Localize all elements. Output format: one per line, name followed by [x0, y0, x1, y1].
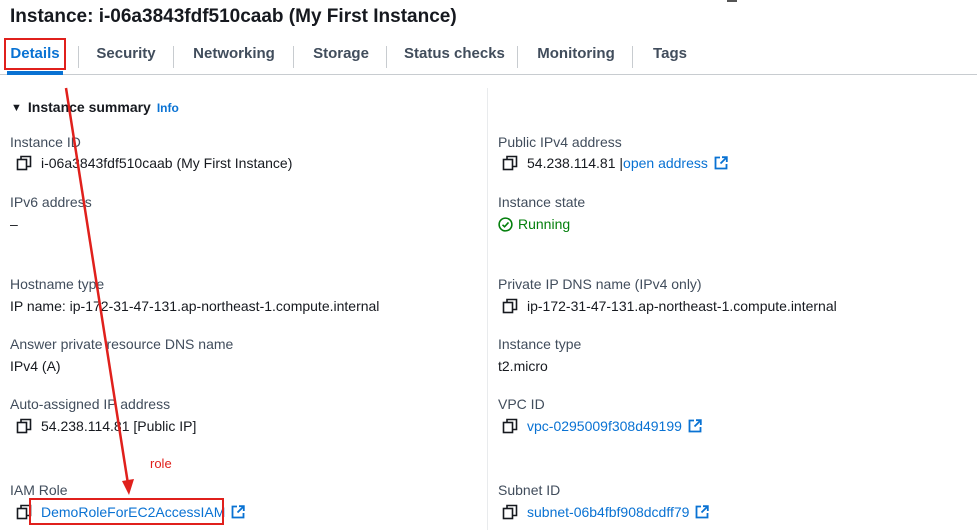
private-dns-value: ip-172-31-47-131.ap-northeast-1.compute.… [502, 298, 837, 314]
answer-dns-value: IPv4 (A) [10, 358, 61, 374]
tab-separator [386, 46, 387, 68]
check-circle-icon [498, 216, 513, 232]
instance-id-value: i-06a3843fdf510caab (My First Instance) [16, 155, 292, 171]
copy-icon[interactable] [502, 298, 518, 314]
annotation-arrow [64, 87, 134, 495]
private-dns-text: ip-172-31-47-131.ap-northeast-1.compute.… [527, 298, 837, 314]
instance-state-text: Running [518, 216, 571, 232]
active-tab-underline [7, 71, 63, 75]
auto-ip-text: 54.238.114.81 [Public IP] [41, 418, 197, 434]
hostname-type-value: IP name: ip-172-31-47-131.ap-northeast-1… [10, 298, 380, 314]
copy-icon[interactable] [502, 155, 518, 171]
tab-storage-label: Storage [313, 45, 369, 62]
tab-status-checks-label: Status checks [404, 45, 505, 62]
instance-summary-title: Instance summary [27, 99, 151, 115]
instance-id-text: i-06a3843fdf510caab (My First Instance) [41, 155, 293, 171]
external-link-icon[interactable] [714, 156, 728, 170]
column-divider [487, 88, 488, 530]
ipv6-address-value: – [10, 216, 18, 232]
tab-networking-label: Networking [193, 45, 275, 62]
vpc-id-value: vpc-0295009f308d49199 [502, 418, 702, 434]
copy-icon[interactable] [16, 155, 32, 171]
iam-role-label: IAM Role [10, 482, 68, 498]
copy-icon[interactable] [502, 504, 518, 520]
external-link-icon[interactable] [688, 419, 702, 433]
copy-icon[interactable] [16, 418, 32, 434]
caret-down-icon: ▼ [11, 102, 22, 114]
hostname-type-label: Hostname type [10, 276, 105, 292]
tab-separator [632, 46, 633, 68]
info-link[interactable]: Info [157, 101, 179, 115]
instance-type-label: Instance type [498, 336, 582, 352]
details-tab-highlight-box [4, 38, 66, 70]
tab-separator [517, 46, 518, 68]
tab-tags[interactable]: Tags [650, 38, 690, 72]
tab-security-label: Security [96, 45, 156, 62]
public-ipv4-label: Public IPv4 address [498, 134, 622, 150]
tab-security[interactable]: Security [96, 38, 156, 72]
copy-icon[interactable] [502, 418, 518, 434]
tab-storage[interactable]: Storage [312, 38, 370, 72]
tab-status-checks[interactable]: Status checks [404, 38, 505, 72]
tab-tags-label: Tags [653, 45, 687, 62]
public-ipv4-text: 54.238.114.81 | [527, 155, 624, 171]
instance-id-label: Instance ID [10, 134, 81, 150]
vpc-id-link[interactable]: vpc-0295009f308d49199 [527, 418, 682, 434]
external-link-icon[interactable] [231, 505, 246, 519]
iam-role-highlight-box [29, 498, 224, 525]
answer-dns-label: Answer private resource DNS name [10, 336, 234, 352]
instance-type-value: t2.micro [498, 358, 548, 374]
open-address-link[interactable]: open address [623, 155, 708, 171]
subnet-id-link[interactable]: subnet-06b4fbf908dcdff79 [527, 504, 689, 520]
subnet-id-value: subnet-06b4fbf908dcdff79 [502, 504, 710, 520]
tab-separator [173, 46, 174, 68]
text-cursor-mark [727, 0, 737, 2]
page-title: Instance: i-06a3843fdf510caab (My First … [10, 6, 457, 27]
instance-state-label: Instance state [498, 194, 586, 210]
tab-bar: Details Security Networking Storage Stat… [0, 38, 977, 75]
auto-ip-label: Auto-assigned IP address [10, 396, 171, 412]
subnet-id-label: Subnet ID [498, 482, 561, 498]
external-link-icon[interactable] [695, 505, 710, 519]
role-annotation: role [150, 456, 172, 471]
instance-state-value: Running [498, 216, 570, 232]
vpc-id-label: VPC ID [498, 396, 545, 412]
tab-separator [293, 46, 294, 68]
auto-ip-value: 54.238.114.81 [Public IP] [16, 418, 196, 434]
tab-networking[interactable]: Networking [192, 38, 276, 72]
tab-monitoring-label: Monitoring [537, 45, 615, 62]
ipv6-address-label: IPv6 address [10, 194, 92, 210]
tab-separator [78, 46, 79, 68]
private-dns-label: Private IP DNS name (IPv4 only) [498, 276, 702, 292]
tab-monitoring[interactable]: Monitoring [535, 38, 617, 72]
public-ipv4-value: 54.238.114.81 | open address [502, 155, 728, 171]
instance-summary-heading[interactable]: ▼ Instance summary Info [11, 99, 179, 115]
